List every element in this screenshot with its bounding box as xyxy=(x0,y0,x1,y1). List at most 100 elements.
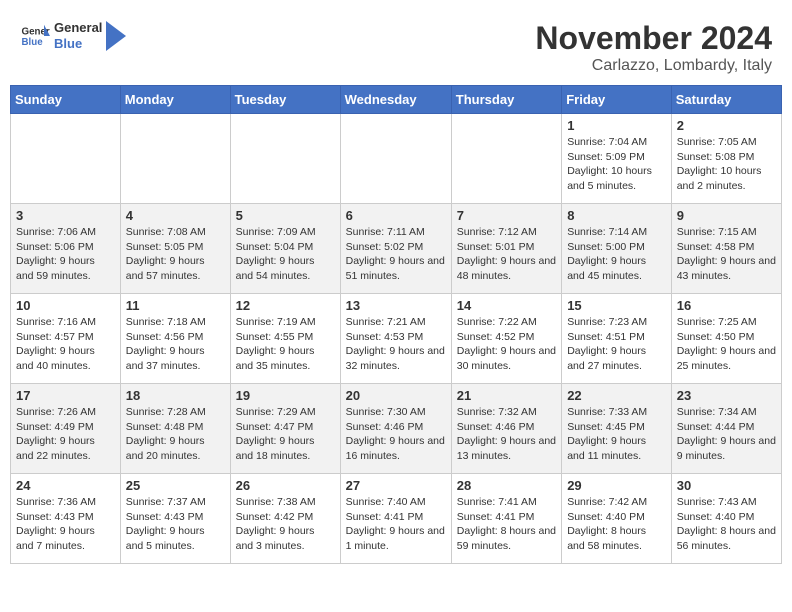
calendar-cell: 23 Sunrise: 7:34 AM Sunset: 4:44 PM Dayli… xyxy=(671,384,781,474)
day-info: Sunrise: 7:18 AM Sunset: 4:56 PM Dayligh… xyxy=(126,315,225,374)
day-info: Sunrise: 7:06 AM Sunset: 5:06 PM Dayligh… xyxy=(16,225,115,284)
day-info: Sunrise: 7:42 AM Sunset: 4:40 PM Dayligh… xyxy=(567,495,666,554)
day-info: Sunrise: 7:32 AM Sunset: 4:46 PM Dayligh… xyxy=(457,405,556,464)
calendar-cell: 9 Sunrise: 7:15 AM Sunset: 4:58 PM Daylig… xyxy=(671,204,781,294)
day-number: 6 xyxy=(346,208,446,223)
calendar-cell: 3Sunrise: 7:06 AM Sunset: 5:06 PM Daylig… xyxy=(11,204,121,294)
day-number: 21 xyxy=(457,388,556,403)
logo-triangle-icon xyxy=(106,21,126,51)
day-number: 11 xyxy=(126,298,225,313)
calendar-cell: 8 Sunrise: 7:14 AM Sunset: 5:00 PM Daylig… xyxy=(562,204,672,294)
day-number: 9 xyxy=(677,208,776,223)
col-monday: Monday xyxy=(120,86,230,114)
calendar-cell: 7 Sunrise: 7:12 AM Sunset: 5:01 PM Daylig… xyxy=(451,204,561,294)
day-info: Sunrise: 7:41 AM Sunset: 4:41 PM Dayligh… xyxy=(457,495,556,554)
day-info: Sunrise: 7:37 AM Sunset: 4:43 PM Dayligh… xyxy=(126,495,225,554)
day-info: Sunrise: 7:23 AM Sunset: 4:51 PM Dayligh… xyxy=(567,315,666,374)
day-number: 27 xyxy=(346,478,446,493)
calendar-cell: 29 Sunrise: 7:42 AM Sunset: 4:40 PM Dayli… xyxy=(562,474,672,564)
day-number: 30 xyxy=(677,478,776,493)
day-info: Sunrise: 7:33 AM Sunset: 4:45 PM Dayligh… xyxy=(567,405,666,464)
calendar-cell: 5 Sunrise: 7:09 AM Sunset: 5:04 PM Daylig… xyxy=(230,204,340,294)
calendar-cell: 10 Sunrise: 7:16 AM Sunset: 4:57 PM Dayli… xyxy=(11,294,121,384)
calendar-cell: 18Sunrise: 7:28 AM Sunset: 4:48 PM Dayli… xyxy=(120,384,230,474)
calendar-cell: 28 Sunrise: 7:41 AM Sunset: 4:41 PM Dayli… xyxy=(451,474,561,564)
day-number: 23 xyxy=(677,388,776,403)
calendar-cell: 4Sunrise: 7:08 AM Sunset: 5:05 PM Daylig… xyxy=(120,204,230,294)
day-number: 20 xyxy=(346,388,446,403)
calendar-cell: 19 Sunrise: 7:29 AM Sunset: 4:47 PM Dayli… xyxy=(230,384,340,474)
col-saturday: Saturday xyxy=(671,86,781,114)
day-number: 1 xyxy=(567,118,666,133)
day-number: 22 xyxy=(567,388,666,403)
col-friday: Friday xyxy=(562,86,672,114)
svg-text:Blue: Blue xyxy=(22,37,44,48)
day-info: Sunrise: 7:04 AM Sunset: 5:09 PM Dayligh… xyxy=(567,135,666,194)
logo-blue: Blue xyxy=(54,36,102,52)
day-info: Sunrise: 7:21 AM Sunset: 4:53 PM Dayligh… xyxy=(346,315,446,374)
calendar-body: 1 Sunrise: 7:04 AM Sunset: 5:09 PM Daylig… xyxy=(11,114,782,564)
month-title: November 2024 xyxy=(535,20,772,57)
calendar-cell xyxy=(230,114,340,204)
day-number: 29 xyxy=(567,478,666,493)
calendar-week-4: 17Sunrise: 7:26 AM Sunset: 4:49 PM Dayli… xyxy=(11,384,782,474)
day-number: 8 xyxy=(567,208,666,223)
day-info: Sunrise: 7:15 AM Sunset: 4:58 PM Dayligh… xyxy=(677,225,776,284)
day-info: Sunrise: 7:22 AM Sunset: 4:52 PM Dayligh… xyxy=(457,315,556,374)
calendar-cell: 13 Sunrise: 7:21 AM Sunset: 4:53 PM Dayli… xyxy=(340,294,451,384)
calendar-cell: 25 Sunrise: 7:37 AM Sunset: 4:43 PM Dayli… xyxy=(120,474,230,564)
day-number: 15 xyxy=(567,298,666,313)
day-info: Sunrise: 7:29 AM Sunset: 4:47 PM Dayligh… xyxy=(236,405,335,464)
calendar-cell xyxy=(11,114,121,204)
day-info: Sunrise: 7:09 AM Sunset: 5:04 PM Dayligh… xyxy=(236,225,335,284)
day-number: 2 xyxy=(677,118,776,133)
calendar-cell: 17Sunrise: 7:26 AM Sunset: 4:49 PM Dayli… xyxy=(11,384,121,474)
calendar-cell xyxy=(451,114,561,204)
calendar-cell: 26Sunrise: 7:38 AM Sunset: 4:42 PM Dayli… xyxy=(230,474,340,564)
col-tuesday: Tuesday xyxy=(230,86,340,114)
calendar-header: Sunday Monday Tuesday Wednesday Thursday… xyxy=(11,86,782,114)
day-number: 19 xyxy=(236,388,335,403)
day-number: 26 xyxy=(236,478,335,493)
day-info: Sunrise: 7:30 AM Sunset: 4:46 PM Dayligh… xyxy=(346,405,446,464)
day-info: Sunrise: 7:36 AM Sunset: 4:43 PM Dayligh… xyxy=(16,495,115,554)
calendar-cell xyxy=(120,114,230,204)
calendar-cell: 11 Sunrise: 7:18 AM Sunset: 4:56 PM Dayli… xyxy=(120,294,230,384)
calendar-cell: 21 Sunrise: 7:32 AM Sunset: 4:46 PM Dayli… xyxy=(451,384,561,474)
location: Carlazzo, Lombardy, Italy xyxy=(535,57,772,75)
day-info: Sunrise: 7:16 AM Sunset: 4:57 PM Dayligh… xyxy=(16,315,115,374)
calendar-cell: 30 Sunrise: 7:43 AM Sunset: 4:40 PM Dayli… xyxy=(671,474,781,564)
day-number: 7 xyxy=(457,208,556,223)
day-info: Sunrise: 7:08 AM Sunset: 5:05 PM Dayligh… xyxy=(126,225,225,284)
calendar-cell xyxy=(340,114,451,204)
day-number: 25 xyxy=(126,478,225,493)
day-info: Sunrise: 7:12 AM Sunset: 5:01 PM Dayligh… xyxy=(457,225,556,284)
calendar-cell: 15 Sunrise: 7:23 AM Sunset: 4:51 PM Dayli… xyxy=(562,294,672,384)
calendar-cell: 20 Sunrise: 7:30 AM Sunset: 4:46 PM Dayli… xyxy=(340,384,451,474)
day-info: Sunrise: 7:40 AM Sunset: 4:41 PM Dayligh… xyxy=(346,495,446,554)
day-info: Sunrise: 7:43 AM Sunset: 4:40 PM Dayligh… xyxy=(677,495,776,554)
day-info: Sunrise: 7:34 AM Sunset: 4:44 PM Dayligh… xyxy=(677,405,776,464)
calendar-cell: 2 Sunrise: 7:05 AM Sunset: 5:08 PM Daylig… xyxy=(671,114,781,204)
calendar-cell: 24 Sunrise: 7:36 AM Sunset: 4:43 PM Dayli… xyxy=(11,474,121,564)
day-number: 13 xyxy=(346,298,446,313)
calendar-cell: 12Sunrise: 7:19 AM Sunset: 4:55 PM Dayli… xyxy=(230,294,340,384)
day-number: 18 xyxy=(126,388,225,403)
calendar-cell: 22 Sunrise: 7:33 AM Sunset: 4:45 PM Dayli… xyxy=(562,384,672,474)
logo: General Blue General Blue xyxy=(20,20,126,51)
calendar-cell: 1 Sunrise: 7:04 AM Sunset: 5:09 PM Daylig… xyxy=(562,114,672,204)
day-number: 24 xyxy=(16,478,115,493)
day-info: Sunrise: 7:19 AM Sunset: 4:55 PM Dayligh… xyxy=(236,315,335,374)
col-sunday: Sunday xyxy=(11,86,121,114)
calendar-week-1: 1 Sunrise: 7:04 AM Sunset: 5:09 PM Daylig… xyxy=(11,114,782,204)
day-number: 10 xyxy=(16,298,115,313)
calendar-table: Sunday Monday Tuesday Wednesday Thursday… xyxy=(10,85,782,564)
day-number: 28 xyxy=(457,478,556,493)
title-block: November 2024 Carlazzo, Lombardy, Italy xyxy=(535,20,772,75)
calendar-week-2: 3Sunrise: 7:06 AM Sunset: 5:06 PM Daylig… xyxy=(11,204,782,294)
day-number: 5 xyxy=(236,208,335,223)
calendar-cell: 14Sunrise: 7:22 AM Sunset: 4:52 PM Dayli… xyxy=(451,294,561,384)
day-info: Sunrise: 7:14 AM Sunset: 5:00 PM Dayligh… xyxy=(567,225,666,284)
calendar-cell: 6Sunrise: 7:11 AM Sunset: 5:02 PM Daylig… xyxy=(340,204,451,294)
day-info: Sunrise: 7:05 AM Sunset: 5:08 PM Dayligh… xyxy=(677,135,776,194)
